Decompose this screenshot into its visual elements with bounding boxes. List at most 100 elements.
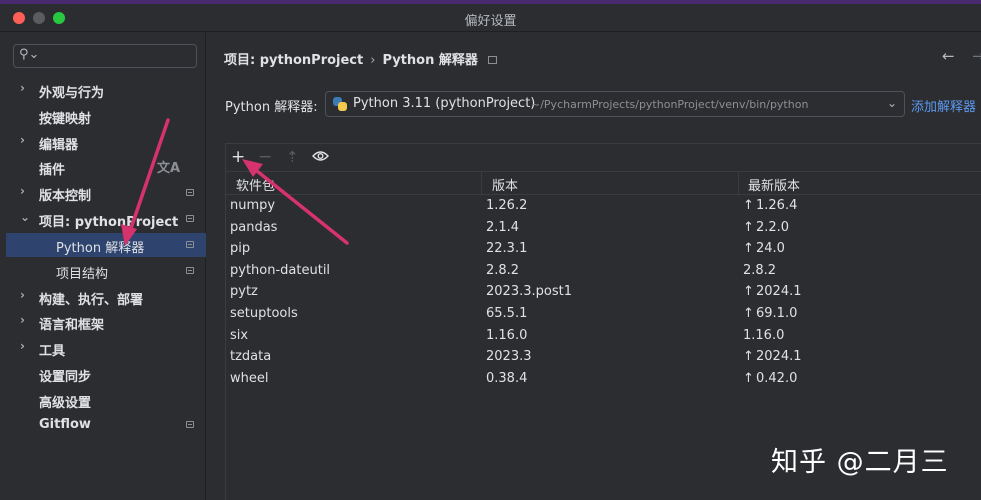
sidebar-item-appearance[interactable]: › 外观与行为 [6, 78, 206, 102]
column-header-version[interactable]: 版本 [492, 175, 518, 194]
chevron-right-icon[interactable]: › [20, 81, 25, 95]
search-input[interactable] [44, 47, 194, 65]
sidebar-item-label: Gitflow [39, 417, 91, 432]
chevron-right-icon[interactable]: › [20, 133, 25, 147]
column-header-latest[interactable]: 最新版本 [748, 175, 800, 194]
chevron-right-icon[interactable]: › [20, 313, 25, 327]
package-name-cell-text: pytz [230, 284, 258, 300]
upgrade-available-icon[interactable]: ↑ [743, 198, 756, 213]
table-row[interactable]: pytz 2023.3.post1 ↑ 2024.1 [226, 282, 981, 304]
package-latest-cell-text: 1.26.4 [756, 198, 798, 213]
sidebar-item-label: 构建、执行、部署 [39, 293, 144, 308]
table-row[interactable]: pandas 2.1.4 ↑ 2.2.0 [226, 218, 981, 240]
sidebar-item-project[interactable]: ⌄ 项目: pythonProject [6, 207, 206, 231]
sidebar-item-project-structure[interactable]: 项目结构 [6, 259, 206, 283]
watermark: 知乎 @二月三 [771, 447, 949, 478]
sidebar-item-keymap[interactable]: 按键映射 [6, 104, 206, 128]
package-latest-cell: ↑ 24.0 [743, 241, 785, 256]
chevron-down-icon[interactable]: ⌄ [20, 210, 30, 224]
package-latest-cell-text: 24.0 [756, 241, 785, 257]
packages-table-body: numpy 1.26.2 ↑ 1.26.4 pandas 2.1.4 ↑ 2.2.0 pip 22… [226, 196, 981, 390]
table-row[interactable]: wheel 0.38.4 ↑ 0.42.0 [226, 369, 981, 391]
package-name-cell-text: numpy [230, 198, 276, 213]
package-version-cell: 2.8.2 [486, 263, 519, 278]
column-divider[interactable] [738, 172, 739, 194]
sidebar-item-languages[interactable]: › 语言和框架 [6, 310, 206, 334]
remove-package-icon[interactable]: − [258, 147, 272, 167]
sidebar-item-build-execution[interactable]: › 构建、执行、部署 [6, 285, 206, 309]
package-version-cell-text: 65.5.1 [486, 305, 528, 321]
package-version-cell: 2023.3.post1 [486, 284, 572, 299]
package-version-cell: 22.3.1 [486, 241, 527, 256]
sidebar-item-label: 按键映射 [39, 112, 92, 127]
back-arrow-icon[interactable]: ← [942, 47, 955, 65]
chevron-down-icon[interactable]: ⌄ [887, 96, 897, 110]
package-latest-cell-text: 2.8.2 [743, 262, 777, 278]
upgrade-package-icon[interactable]: ⇡ [286, 147, 299, 167]
settings-search[interactable]: ⚲⌄ [13, 44, 197, 68]
package-name-cell: python-dateutil [230, 263, 330, 278]
forward-arrow-icon[interactable]: → [972, 47, 981, 65]
package-latest-cell: ↑ 2.2.0 [743, 220, 789, 235]
package-version-cell-text: 2023.3.post1 [486, 284, 572, 300]
package-version-cell: 65.5.1 [486, 306, 527, 321]
package-latest-cell: ↑ 2024.1 [743, 349, 802, 364]
interpreter-select[interactable]: Python 3.11 (pythonProject) ~/PycharmPro… [325, 91, 905, 117]
package-version-cell-text: 22.3.1 [486, 241, 528, 257]
upgrade-available-icon[interactable]: ↑ [743, 349, 756, 364]
table-row[interactable]: six 1.16.0 1.16.0 [226, 326, 981, 348]
package-latest-cell-text: 0.42.0 [756, 370, 798, 386]
upgrade-available-icon[interactable]: ↑ [743, 306, 756, 321]
table-row[interactable]: tzdata 2023.3 ↑ 2024.1 [226, 347, 981, 369]
interpreter-label: Python 解释器: [225, 100, 318, 115]
table-row[interactable]: pip 22.3.1 ↑ 24.0 [226, 239, 981, 261]
add-interpreter-link[interactable]: 添加解释器 [911, 96, 976, 115]
column-header-package[interactable]: 软件包 [236, 175, 275, 194]
eye-icon[interactable] [312, 150, 329, 162]
sidebar-item-label: 高级设置 [39, 396, 92, 411]
upgrade-available-icon[interactable]: ↑ [743, 220, 756, 235]
chevron-right-icon[interactable]: › [20, 339, 25, 353]
sidebar-item-tools[interactable]: › 工具 [6, 336, 206, 360]
sidebar-item-label: Python 解释器 [56, 241, 145, 256]
table-row[interactable]: python-dateutil 2.8.2 2.8.2 [226, 261, 981, 283]
upgrade-available-icon[interactable]: ↑ [743, 371, 756, 386]
upgrade-available-icon[interactable]: ↑ [743, 284, 756, 299]
package-name-cell-text: python-dateutil [230, 262, 331, 278]
package-latest-cell-text: 69.1.0 [756, 305, 798, 321]
package-name-cell: pip [230, 241, 250, 256]
package-name-cell-text: pandas [230, 219, 278, 235]
sidebar-item-label: 插件 [39, 163, 66, 178]
package-name-cell: pandas [230, 220, 277, 235]
package-version-cell-text: 0.38.4 [486, 370, 528, 386]
sidebar-item-plugins[interactable]: 插件 文A [6, 155, 206, 179]
column-divider[interactable] [481, 172, 482, 194]
package-version-cell: 0.38.4 [486, 371, 527, 386]
package-version-cell: 2.1.4 [486, 220, 519, 235]
sidebar-item-python-interpreter[interactable]: Python 解释器 [6, 233, 206, 257]
project-scope-icon [186, 267, 194, 274]
sidebar-item-label: 项目: pythonProject [39, 215, 179, 230]
table-row[interactable]: numpy 1.26.2 ↑ 1.26.4 [226, 196, 981, 218]
sidebar-item-advanced[interactable]: 高级设置 [6, 388, 206, 412]
package-version-cell-text: 2.1.4 [486, 219, 520, 235]
breadcrumb: 项目: pythonProject › Python 解释器 [224, 49, 497, 68]
package-latest-cell: ↑ 0.42.0 [743, 371, 797, 386]
packages-toolbar: + − ⇡ [226, 144, 981, 170]
chevron-right-icon[interactable]: › [20, 288, 25, 302]
interpreter-name: Python 3.11 (pythonProject) [353, 96, 536, 111]
chevron-right-icon[interactable]: › [20, 184, 25, 198]
sidebar-item-gitflow[interactable]: Gitflow [6, 413, 206, 437]
packages-table-header: 软件包 版本 最新版本 [226, 171, 981, 195]
breadcrumb-parent: 项目: pythonProject [224, 53, 364, 68]
sidebar-item-version-control[interactable]: › 版本控制 [6, 181, 206, 205]
sidebar-item-settings-sync[interactable]: 设置同步 [6, 362, 206, 386]
package-latest-cell: ↑ 1.26.4 [743, 198, 797, 213]
add-package-icon[interactable]: + [231, 147, 245, 167]
upgrade-available-icon[interactable]: ↑ [743, 241, 756, 256]
package-latest-cell: 1.16.0 [743, 328, 784, 343]
sidebar-item-editor[interactable]: › 编辑器 [6, 130, 206, 154]
package-name-cell-text: tzdata [230, 349, 272, 365]
package-name-cell: pytz [230, 284, 258, 299]
table-row[interactable]: setuptools 65.5.1 ↑ 69.1.0 [226, 304, 981, 326]
